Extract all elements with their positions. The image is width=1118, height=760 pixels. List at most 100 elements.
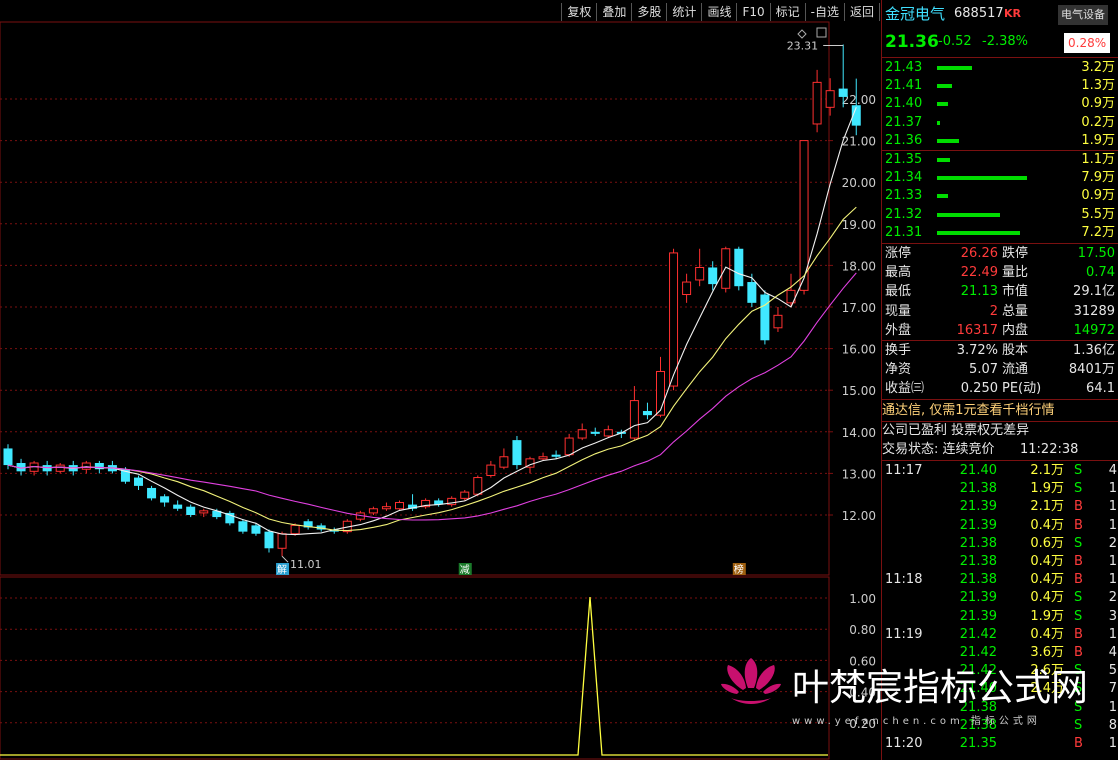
tick-direction: S [1074, 590, 1083, 606]
stock-code: 688517 [954, 6, 1004, 21]
stats1-value: 29.1亿 [1073, 284, 1115, 300]
company-notice: 公司已盈利 投票权无差异 [882, 423, 1030, 438]
indicator-axis-label: 1.00 [849, 592, 876, 606]
indicator-panel-border [0, 576, 830, 760]
candle [368, 506, 378, 515]
candle-body [773, 314, 783, 329]
asks-volume-bar [937, 138, 959, 143]
divider [882, 243, 1118, 244]
stats2-label: 收益㈢ [885, 381, 925, 396]
tick-time: 11:17 [885, 463, 923, 478]
tick-count: 1 [1108, 499, 1117, 515]
tick-direction: S [1074, 535, 1083, 551]
tick-row: 11:17 21.40 2.1万 S 4 [882, 462, 1118, 480]
asks-price: 21.40 [885, 96, 923, 112]
toolbar-button[interactable]: 统计 [667, 3, 703, 21]
tick-volume: 0.4万 [1030, 517, 1064, 533]
watermark-title: 叶梵宸指标公式网 [792, 666, 1088, 709]
bids-volume: 0.9万 [1081, 188, 1115, 204]
tick-direction: B [1074, 572, 1083, 588]
candle [747, 273, 757, 307]
candle [447, 496, 457, 507]
candle [512, 435, 522, 470]
asks-row[interactable]: 21.36 1.9万 [882, 132, 1118, 150]
candle [134, 475, 143, 491]
candle [773, 307, 783, 332]
toolbar-button[interactable]: 复权 [562, 3, 598, 21]
bids-row[interactable]: 21.34 7.9万 [882, 169, 1118, 187]
event-marker: 减 [458, 563, 472, 576]
event-marker-label: 榜 [734, 563, 744, 576]
candle [147, 485, 157, 501]
candle [577, 423, 587, 441]
candle-body [825, 90, 835, 108]
candle [825, 78, 835, 116]
tick-price: 21.38 [959, 554, 997, 569]
asks-row[interactable]: 21.40 0.9万 [882, 95, 1118, 113]
price-axis-label: 12.00 [842, 509, 876, 523]
candle-body [577, 429, 587, 439]
tick-price: 21.39 [959, 608, 997, 624]
stats1-row: 最高 22.49 量比 0.74 [882, 264, 1118, 282]
candle [107, 460, 117, 474]
stats2-label: 流通 [1002, 362, 1029, 377]
candle-body [381, 506, 391, 510]
bids-price: 21.34 [885, 170, 923, 186]
candle-body [486, 464, 496, 476]
asks-price: 21.41 [885, 78, 923, 94]
tick-direction: S [1074, 608, 1083, 624]
stock-name[interactable]: 金冠电气 [885, 5, 945, 23]
stats2-value: 0.250 [960, 381, 998, 396]
tick-volume: 0.4万 [1030, 590, 1064, 606]
candle [734, 246, 744, 291]
tick-price: 21.38 [959, 481, 997, 497]
bids-price: 21.33 [885, 188, 923, 204]
candle-body [368, 508, 378, 514]
high-price-label: 23.31 [787, 40, 819, 53]
toolbar-button[interactable]: -自选 [806, 3, 845, 21]
bids-volume-bar [937, 230, 1020, 235]
asks-row[interactable]: 21.41 1.3万 [882, 77, 1118, 95]
toolbar-button[interactable]: 标记 [771, 3, 806, 21]
stats2-value: 8401万 [1068, 362, 1115, 377]
toolbar-button[interactable]: 返回 [845, 3, 880, 21]
tick-price: 21.38 [959, 572, 997, 588]
tick-count: 3 [1108, 608, 1117, 624]
candle-body [147, 487, 157, 499]
candle-body [564, 437, 574, 456]
toolbar-button[interactable]: F10 [737, 3, 771, 21]
toolbar-button[interactable]: 叠加 [597, 3, 633, 21]
candle-body [3, 448, 13, 466]
stats1-row: 涨停 26.26 跌停 17.50 [882, 245, 1118, 263]
sector-tag[interactable]: 电气设备 [1058, 5, 1108, 25]
toolbar-button[interactable]: 多股 [632, 3, 668, 21]
asks-volume-bar [937, 120, 941, 125]
candle [851, 78, 861, 136]
stats2-value: 3.72% [956, 343, 998, 358]
candle [186, 504, 196, 518]
tick-volume: 1.9万 [1030, 481, 1064, 497]
candle-body [264, 531, 274, 549]
asks-row[interactable]: 21.43 3.2万 [882, 59, 1118, 77]
toolbar-button[interactable]: 画线 [702, 3, 738, 21]
candle-body [669, 252, 679, 387]
sector-pct: 0.28% [1064, 33, 1111, 53]
tick-count: 4 [1108, 463, 1117, 478]
bids-row[interactable]: 21.31 7.2万 [882, 224, 1118, 242]
bids-row[interactable]: 21.35 1.1万 [882, 151, 1118, 169]
tick-count: 1 [1108, 481, 1117, 497]
asks-row[interactable]: 21.37 0.2万 [882, 114, 1118, 132]
bids-row[interactable]: 21.33 0.9万 [882, 187, 1118, 205]
tick-direction: B [1074, 554, 1083, 569]
candle-body [199, 510, 209, 514]
candle-body [538, 456, 548, 460]
tick-row: 21.39 2.1万 B 1 [882, 498, 1118, 516]
stats2-value: 1.36亿 [1073, 343, 1115, 358]
tick-volume: 0.4万 [1030, 572, 1064, 588]
stats1-row: 外盘 16317 内盘 14972 [882, 322, 1118, 340]
candle-body [747, 282, 757, 303]
tick-direction: S [1074, 463, 1083, 478]
bids-row[interactable]: 21.32 5.5万 [882, 206, 1118, 224]
candle [486, 460, 496, 478]
level2-promo-link[interactable]: 通达信, 仅需1元查看千档行情 [882, 402, 1118, 420]
